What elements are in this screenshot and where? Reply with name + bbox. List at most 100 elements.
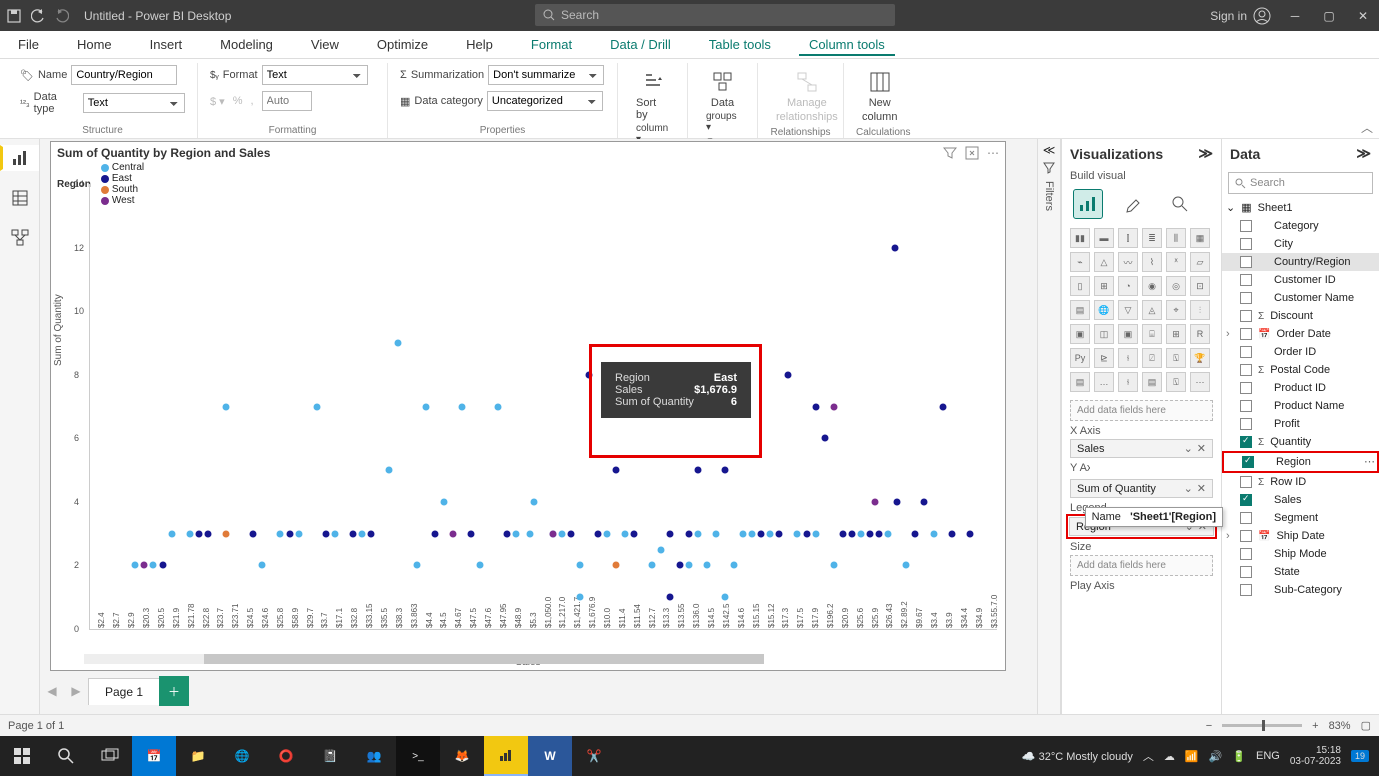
save-icon[interactable] <box>6 8 22 24</box>
tray-wifi-icon[interactable]: 📶 <box>1185 750 1199 763</box>
data-point[interactable] <box>930 530 937 537</box>
zoom-in-icon[interactable]: + <box>1312 720 1318 732</box>
expand-viz-icon[interactable]: ≫ <box>1198 145 1213 162</box>
app-terminal-icon[interactable]: >_ <box>396 736 440 776</box>
data-point[interactable] <box>449 530 456 537</box>
data-point[interactable] <box>730 562 737 569</box>
focus-mode-icon[interactable] <box>965 146 979 160</box>
data-point[interactable] <box>885 530 892 537</box>
currency-icon[interactable]: $ ▾ <box>210 95 225 108</box>
app-onenote-icon[interactable]: 📓 <box>308 736 352 776</box>
app-powerbi-icon[interactable] <box>484 736 528 776</box>
app-calendar-icon[interactable]: 📅 <box>132 736 176 776</box>
data-point[interactable] <box>872 498 879 505</box>
field-category[interactable]: Category <box>1222 217 1379 235</box>
data-point[interactable] <box>667 530 674 537</box>
field-sub-category[interactable]: Sub-Category <box>1222 581 1379 599</box>
data-point[interactable] <box>567 530 574 537</box>
tray-chevron-icon[interactable]: ︿ <box>1143 748 1154 764</box>
data-point[interactable] <box>368 530 375 537</box>
viz-type-icon[interactable]: ▽ <box>1118 300 1138 320</box>
data-point[interactable] <box>921 498 928 505</box>
datatype-select[interactable]: Text <box>83 93 185 113</box>
yaxis-chip[interactable]: Sum of Quantity⌄✕ <box>1070 479 1213 498</box>
viz-type-icon[interactable]: 🏆 <box>1190 348 1210 368</box>
data-point[interactable] <box>558 530 565 537</box>
minimize-icon[interactable]: ─ <box>1285 6 1305 26</box>
legend-item[interactable]: East <box>101 173 144 184</box>
data-point[interactable] <box>286 530 293 537</box>
viz-type-icon[interactable]: ◔ <box>1118 276 1138 296</box>
data-point[interactable] <box>891 244 898 251</box>
data-point[interactable] <box>912 530 919 537</box>
viz-type-icon[interactable]: ▬ <box>1094 228 1114 248</box>
field-state[interactable]: State <box>1222 563 1379 581</box>
percent-icon[interactable]: % <box>233 95 243 107</box>
data-point[interactable] <box>703 562 710 569</box>
viz-type-icon[interactable]: ◎ <box>1166 276 1186 296</box>
data-point[interactable] <box>467 530 474 537</box>
next-page-icon[interactable]: ▶ <box>64 679 88 703</box>
undo-icon[interactable] <box>30 8 46 24</box>
viz-type-icon[interactable]: ▤ <box>1142 372 1162 392</box>
data-point[interactable] <box>431 530 438 537</box>
data-point[interactable] <box>594 530 601 537</box>
data-point[interactable] <box>186 530 193 537</box>
tray-clock[interactable]: 15:1803-07-2023 <box>1290 745 1341 767</box>
start-icon[interactable] <box>0 736 44 776</box>
viz-type-icon[interactable]: ⫶ <box>1190 300 1210 320</box>
viz-type-icon[interactable]: ▤ <box>1070 300 1090 320</box>
viz-type-icon[interactable]: ⌸ <box>1142 324 1162 344</box>
data-point[interactable] <box>513 530 520 537</box>
field-product-name[interactable]: Product Name <box>1222 397 1379 415</box>
menu-table-tools[interactable]: Table tools <box>699 33 781 56</box>
data-point[interactable] <box>758 530 765 537</box>
menu-format[interactable]: Format <box>521 33 582 56</box>
viz-type-icon[interactable]: ◫ <box>1094 324 1114 344</box>
data-point[interactable] <box>168 530 175 537</box>
viz-type-icon[interactable]: ⍂ <box>1166 372 1186 392</box>
data-point[interactable] <box>132 562 139 569</box>
data-point[interactable] <box>712 530 719 537</box>
field-discount[interactable]: ΣDiscount <box>1222 307 1379 325</box>
notifications-icon[interactable]: 19 <box>1351 750 1369 762</box>
data-point[interactable] <box>749 530 756 537</box>
data-point[interactable] <box>350 530 357 537</box>
data-point[interactable] <box>948 530 955 537</box>
field-order-id[interactable]: Order ID <box>1222 343 1379 361</box>
viz-type-icon[interactable]: … <box>1094 372 1114 392</box>
filters-pane-collapsed[interactable]: ≪ Filters <box>1037 139 1061 714</box>
format-visual-mode-icon[interactable] <box>1120 190 1148 218</box>
data-point[interactable] <box>839 530 846 537</box>
format-select[interactable]: Text <box>262 65 368 85</box>
maximize-icon[interactable]: ▢ <box>1319 6 1339 26</box>
viz-type-icon[interactable]: ⍂ <box>1166 348 1186 368</box>
data-point[interactable] <box>440 498 447 505</box>
data-point[interactable] <box>613 562 620 569</box>
menu-file[interactable]: File <box>8 33 49 56</box>
xaxis-chip[interactable]: Sales⌄✕ <box>1070 439 1213 458</box>
viz-type-icon[interactable]: ⊞ <box>1094 276 1114 296</box>
field-profit[interactable]: Profit <box>1222 415 1379 433</box>
data-point[interactable] <box>794 530 801 537</box>
horizontal-scrollbar[interactable] <box>84 654 677 664</box>
data-point[interactable] <box>830 403 837 410</box>
viz-type-icon[interactable]: ⍁ <box>1142 348 1162 368</box>
data-point[interactable] <box>613 467 620 474</box>
data-point[interactable] <box>667 594 674 601</box>
menu-home[interactable]: Home <box>67 33 122 56</box>
viz-type-icon[interactable]: ⫮ <box>1118 372 1138 392</box>
values-slot[interactable]: Add data fields here <box>1070 400 1213 421</box>
more-options-icon[interactable]: ⋯ <box>987 146 999 160</box>
menu-column-tools[interactable]: Column tools <box>799 33 895 56</box>
field-order-date[interactable]: ›📅Order Date <box>1222 325 1379 343</box>
data-point[interactable] <box>821 435 828 442</box>
viz-type-icon[interactable]: ▣ <box>1070 324 1090 344</box>
data-point[interactable] <box>685 530 692 537</box>
data-point[interactable] <box>694 467 701 474</box>
data-point[interactable] <box>685 562 692 569</box>
data-point[interactable] <box>576 562 583 569</box>
global-search[interactable]: Search <box>535 4 895 26</box>
field-country-region[interactable]: Country/Region <box>1222 253 1379 271</box>
field-row-id[interactable]: ΣRow ID <box>1222 473 1379 491</box>
